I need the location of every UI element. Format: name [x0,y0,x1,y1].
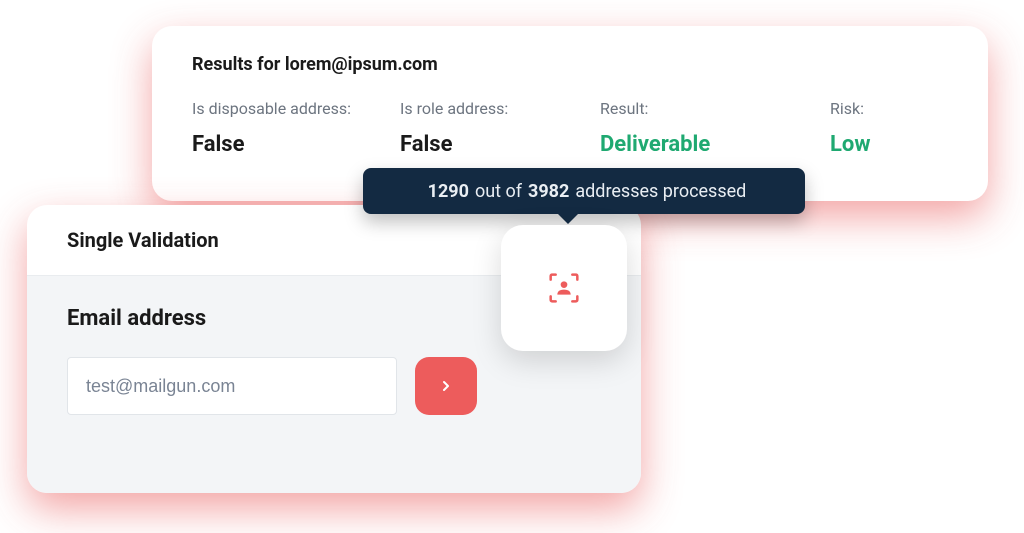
input-row [67,357,601,415]
result-label: Is disposable address: [192,99,400,118]
result-col-role: Is role address: False [400,99,600,157]
scan-user-icon-box [501,225,627,351]
result-col-disposable: Is disposable address: False [192,99,400,157]
results-title: Results for lorem@ipsum.com [192,54,948,75]
email-input[interactable] [67,357,397,415]
progress-mid: out of [475,181,522,202]
progress-suffix: addresses processed [575,181,746,202]
result-label: Risk: [830,99,948,118]
result-label: Result: [600,99,830,118]
results-grid: Is disposable address: False Is role add… [192,99,948,157]
progress-count: 1290 [428,181,469,202]
result-value: Deliverable [600,132,830,157]
result-value: False [400,132,600,157]
validate-submit-button[interactable] [415,357,477,415]
result-label: Is role address: [400,99,600,118]
chevron-right-icon [438,378,454,394]
result-col-risk: Risk: Low [830,99,948,157]
progress-tooltip: 1290 out of 3982 addresses processed [363,168,805,214]
progress-total: 3982 [528,181,569,202]
result-value: False [192,132,400,157]
result-value: Low [830,132,948,157]
scan-user-icon [544,268,584,308]
result-col-result: Result: Deliverable [600,99,830,157]
